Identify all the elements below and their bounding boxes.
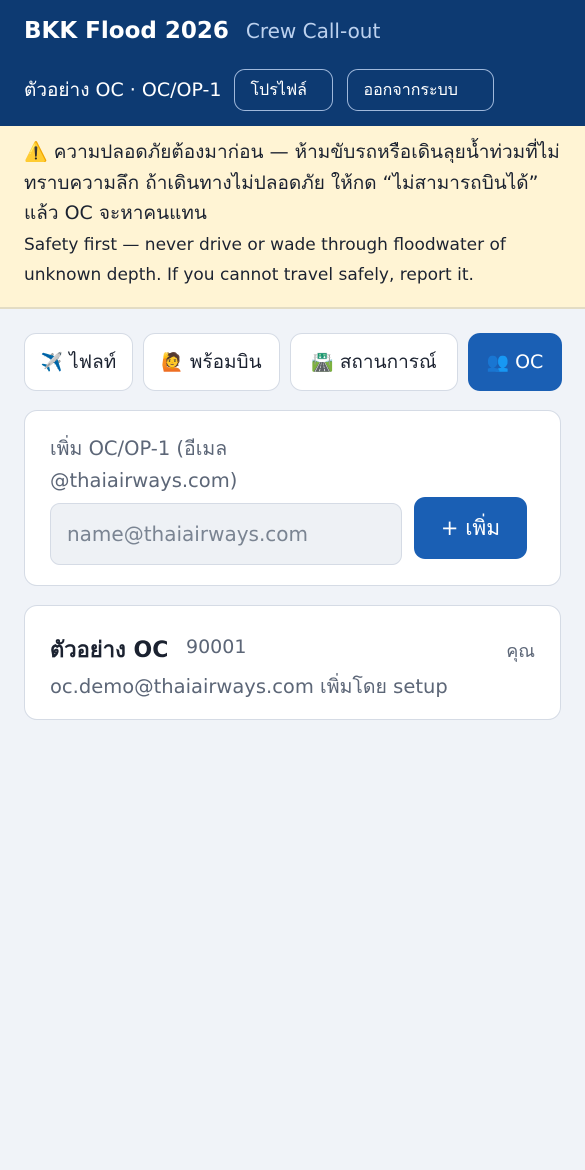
tab-ready[interactable]: 🙋 พร้อมบิน <box>143 333 280 391</box>
add-oc-card: เพิ่ม OC/OP-1 (อีเมล @thaiairways.com) +… <box>24 410 561 586</box>
tab-flights[interactable]: ✈️ ไฟลท์ <box>24 333 133 391</box>
oc-staff-id: 90001 <box>186 636 247 658</box>
tab-label: พร้อมบิน <box>189 351 262 373</box>
oc-email-input[interactable] <box>50 503 402 565</box>
app-title: BKK Flood 2026 <box>24 18 229 44</box>
oc-name: ตัวอย่าง OC <box>50 638 169 663</box>
app-header: BKK Flood 2026 Crew Call-out ตัวอย่าง OC… <box>0 0 585 126</box>
tab-situation[interactable]: 🛣️ สถานการณ์ <box>290 333 458 391</box>
safety-alert-thai: ⚠️ ความปลอดภัยต้องมาก่อน — ห้ามขับรถหรือ… <box>24 137 561 229</box>
add-oc-label: เพิ่ม OC/OP-1 (อีเมล @thaiairways.com) <box>50 437 238 492</box>
profile-button[interactable]: โปรไฟล์ <box>234 69 334 111</box>
safety-alert-english: Safety first — never drive or wade throu… <box>24 234 506 286</box>
people-icon: 👥 <box>486 351 510 373</box>
user-row: ตัวอย่าง OC · OC/OP-1 โปรไฟล์ ออกจากระบบ <box>24 69 508 111</box>
logout-button[interactable]: ออกจากระบบ <box>347 69 495 111</box>
safety-alert-thai-text: ความปลอดภัยต้องมาก่อน — ห้ามขับรถหรือเดิ… <box>24 141 560 224</box>
title-row: BKK Flood 2026 Crew Call-out <box>24 18 380 44</box>
warning-icon: ⚠️ <box>24 141 48 163</box>
road-icon: 🛣️ <box>311 351 334 373</box>
tab-bar: ✈️ ไฟลท์ 🙋 พร้อมบิน 🛣️ สถานการณ์ 👥 OC <box>24 333 562 391</box>
app-subtitle: Crew Call-out <box>245 19 381 43</box>
airplane-icon: ✈️ <box>40 351 64 373</box>
oc-email-line: oc.demo@thaiairways.com เพิ่มโดย setup <box>50 675 448 698</box>
oc-list-item: ตัวอย่าง OC 90001 คุณ oc.demo@thaiairway… <box>24 605 561 720</box>
raised-hand-icon: 🙋 <box>161 351 184 373</box>
you-badge: คุณ <box>506 641 535 662</box>
tab-label: ไฟลท์ <box>69 351 117 373</box>
add-oc-button[interactable]: + เพิ่ม <box>414 497 527 559</box>
current-user-label: ตัวอย่าง OC · OC/OP-1 <box>24 79 222 101</box>
tab-label: OC <box>515 351 544 373</box>
tab-oc[interactable]: 👥 OC <box>468 333 562 391</box>
safety-alert: ⚠️ ความปลอดภัยต้องมาก่อน — ห้ามขับรถหรือ… <box>0 126 585 309</box>
tab-label: สถานการณ์ <box>339 351 437 373</box>
